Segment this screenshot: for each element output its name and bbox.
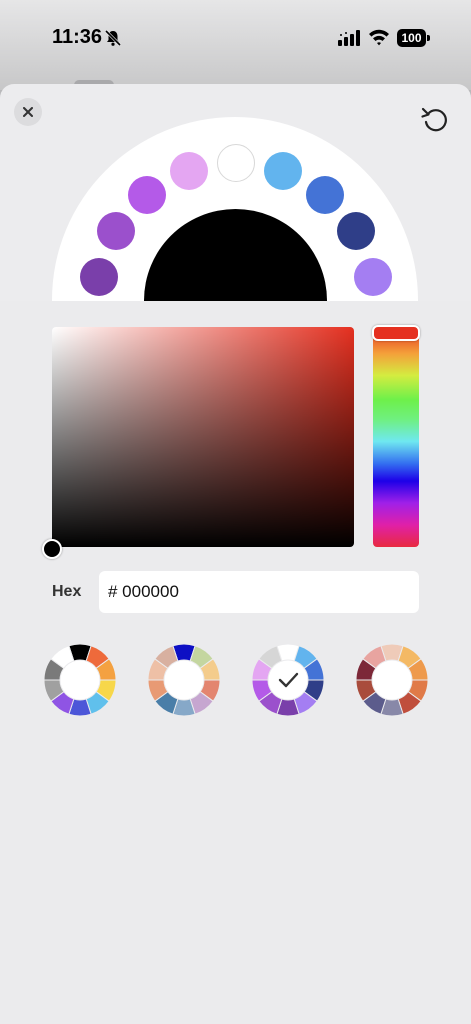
wheel-swatch[interactable] (128, 176, 166, 214)
color-picker-sheet: Hex # 000000 (0, 84, 471, 1024)
hex-label: Hex (52, 583, 82, 600)
palette-ring (43, 643, 117, 717)
hex-input[interactable]: # 000000 (99, 571, 419, 613)
wifi-icon (369, 29, 389, 46)
battery-nub (427, 35, 430, 41)
hue-slider[interactable] (373, 327, 419, 547)
palette-ring (355, 643, 429, 717)
cellular-signal-icon (338, 30, 360, 46)
wheel-swatch[interactable] (306, 176, 344, 214)
palette-pastel[interactable] (147, 643, 221, 717)
palette-ring (147, 643, 221, 717)
palette-center (268, 660, 308, 700)
color-wheel (0, 84, 471, 301)
picker-panel: Hex # 000000 (0, 301, 471, 1024)
battery-icon: 100 (397, 29, 430, 47)
wheel-swatch[interactable] (354, 258, 392, 296)
status-bar: 11:36 100 (0, 0, 471, 78)
bell-slash-icon (104, 29, 122, 47)
palette-center (60, 660, 100, 700)
battery-level: 100 (397, 29, 426, 47)
palette-center (372, 660, 412, 700)
palette-default[interactable] (43, 643, 117, 717)
close-icon (23, 107, 33, 117)
saturation-brightness-area[interactable] (52, 327, 354, 547)
palette-center (164, 660, 204, 700)
wheel-swatch[interactable] (217, 144, 255, 182)
palette-purple-blue[interactable] (251, 643, 325, 717)
hue-slider-handle[interactable] (372, 325, 420, 341)
close-button[interactable] (14, 98, 42, 126)
wheel-swatch[interactable] (97, 212, 135, 250)
wheel-swatch[interactable] (170, 152, 208, 190)
wheel-swatch[interactable] (80, 258, 118, 296)
saturation-brightness-handle[interactable] (42, 539, 62, 559)
palette-earth[interactable] (355, 643, 429, 717)
wheel-swatch[interactable] (337, 212, 375, 250)
wheel-swatch[interactable] (264, 152, 302, 190)
reset-icon[interactable] (420, 105, 450, 135)
status-time: 11:36 (52, 26, 103, 48)
palette-ring (251, 643, 325, 717)
